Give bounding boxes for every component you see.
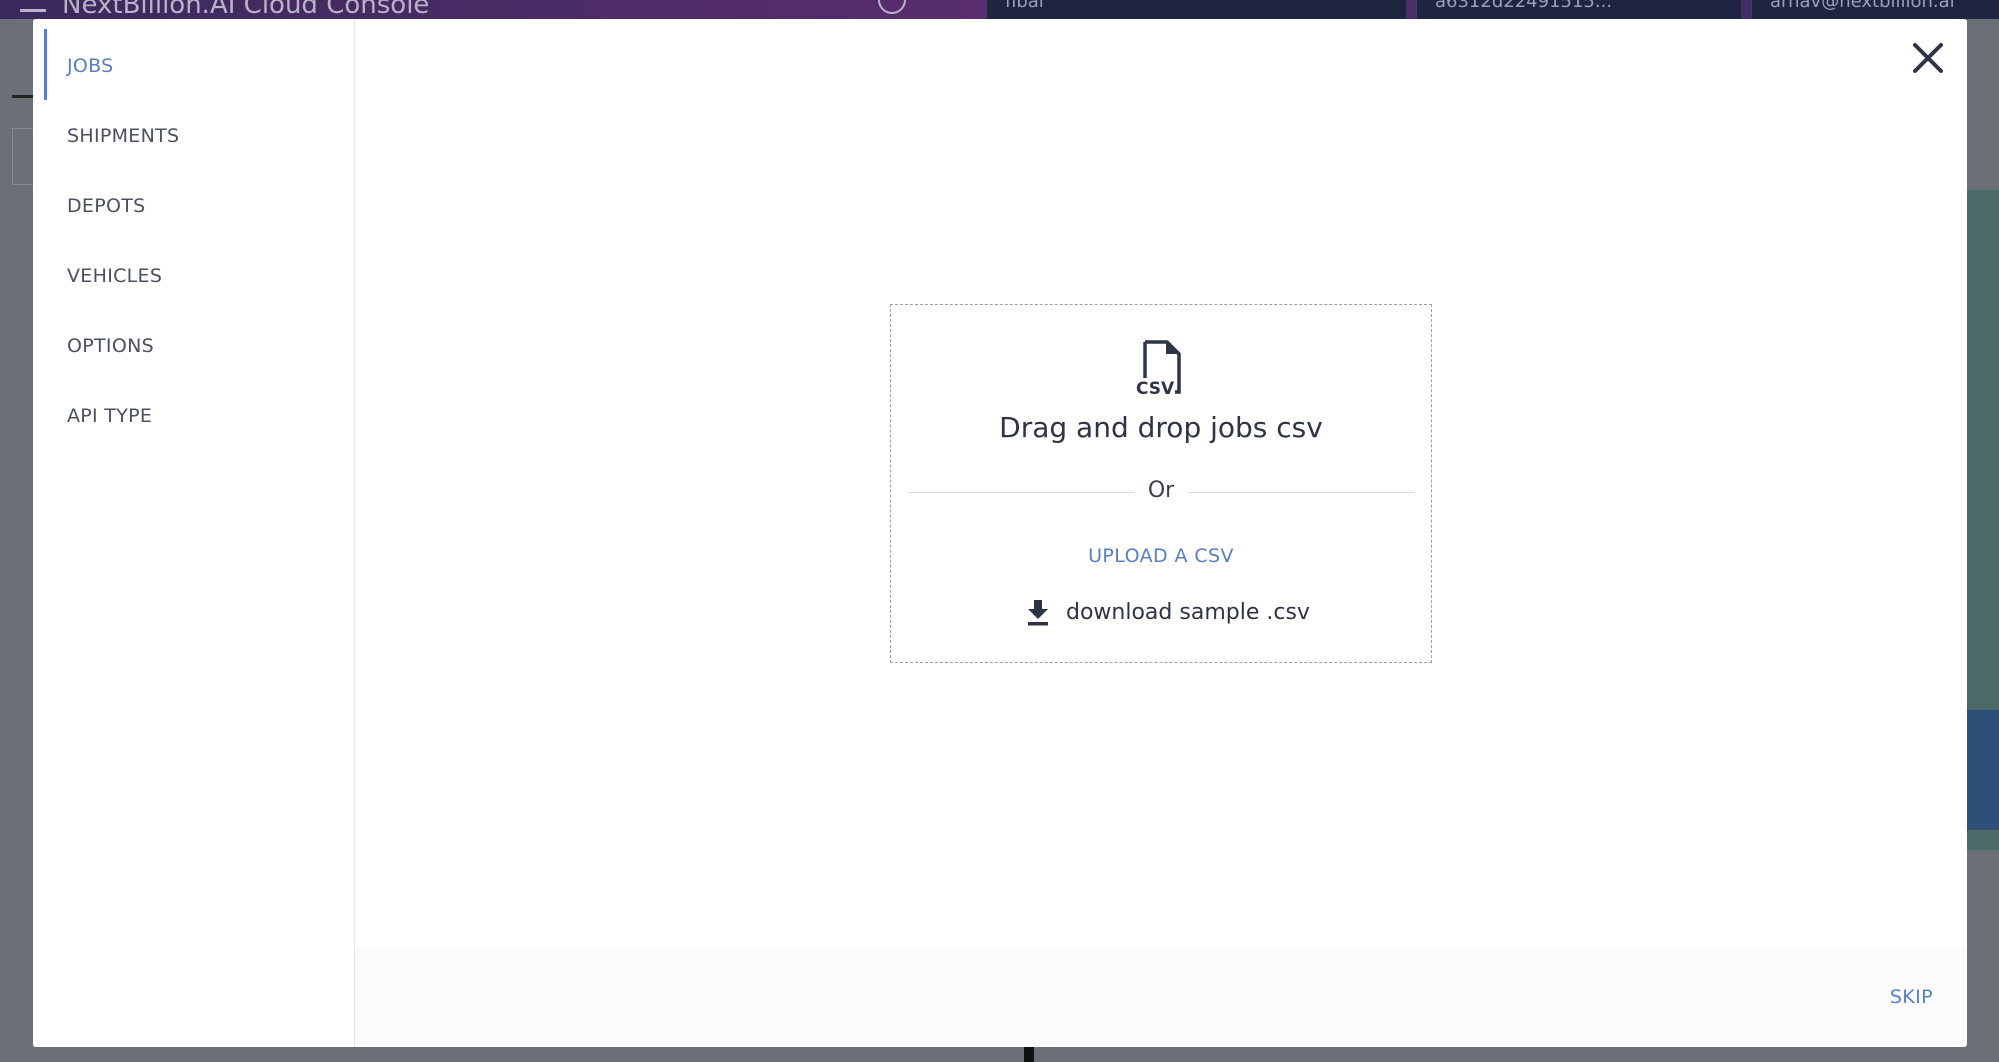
download-sample-label: download sample .csv [1066, 600, 1310, 625]
sidebar-item-shipments[interactable]: SHIPMENTS [33, 101, 354, 171]
close-icon[interactable] [1907, 37, 1949, 79]
app-title: NextBillion.AI Cloud Console [62, 0, 430, 20]
user-email: arnav@nextbillion.ai [1751, 0, 1999, 19]
sidebar-item-jobs[interactable]: JOBS [33, 31, 354, 101]
sidebar-item-vehicles[interactable]: VEHICLES [33, 241, 354, 311]
download-sample-link[interactable]: download sample .csv [1026, 597, 1326, 629]
background-map-water [1965, 710, 1999, 830]
sidebar-item-options[interactable]: OPTIONS [33, 311, 354, 381]
import-data-modal: JOBS SHIPMENTS DEPOTS VEHICLES OPTIONS A… [33, 19, 1967, 1047]
download-icon [1026, 599, 1050, 627]
project-field: fibal [986, 0, 1406, 19]
csv-file-icon: CSV [1133, 338, 1189, 399]
sidebar-item-api-type[interactable]: API TYPE [33, 381, 354, 451]
drop-zone-title: Drag and drop jobs csv [999, 411, 1323, 444]
background-tab-indicator [12, 95, 34, 98]
sidebar-item-depots[interactable]: DEPOTS [33, 171, 354, 241]
hamburger-menu-icon [20, 0, 46, 12]
modal-footer: SKIP [355, 948, 1967, 1047]
app-top-bar: NextBillion.AI Cloud Console fibal a6312… [0, 0, 1999, 20]
csv-icon-label: CSV [1136, 379, 1175, 398]
help-icon [878, 0, 906, 14]
modal-sidebar: JOBS SHIPMENTS DEPOTS VEHICLES OPTIONS A… [33, 19, 355, 1047]
or-separator: Or [1147, 478, 1175, 503]
upload-csv-button[interactable]: UPLOAD A CSV [891, 545, 1431, 567]
skip-button[interactable]: SKIP [1890, 986, 1933, 1008]
csv-drop-zone[interactable]: CSV Drag and drop jobs csv Or UPLOAD A C… [890, 304, 1432, 663]
background-marker [1024, 1046, 1034, 1062]
api-key-field: a6312d22491515... [1416, 0, 1741, 19]
